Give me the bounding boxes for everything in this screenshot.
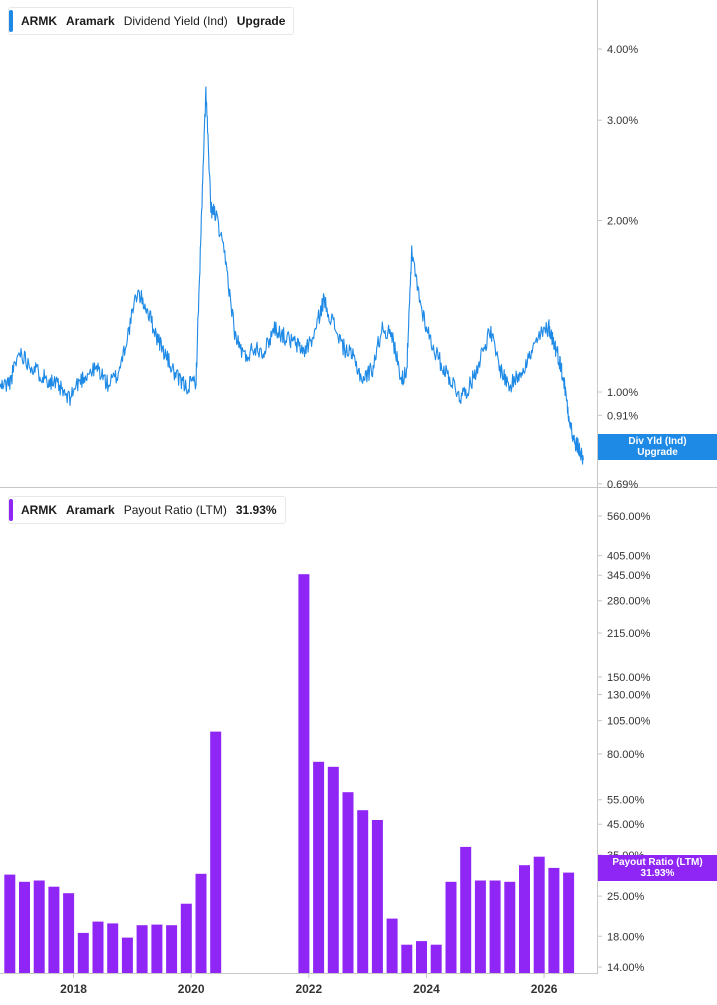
payout-ratio-bars bbox=[4, 574, 575, 973]
payout-bar bbox=[166, 925, 178, 973]
payout-y-tick-label: 130.00% bbox=[607, 690, 651, 702]
yield-legend-value[interactable]: Upgrade bbox=[237, 14, 286, 28]
payout-y-tick-label: 80.00% bbox=[607, 749, 645, 761]
payout-bar bbox=[19, 881, 30, 973]
payout-bar bbox=[460, 846, 472, 973]
payout-bar bbox=[342, 792, 354, 973]
payout-y-tick-label: 18.00% bbox=[607, 931, 645, 943]
payout-last-value-badge: Payout Ratio (LTM) 31.93% bbox=[598, 855, 717, 881]
payout-legend-swatch bbox=[9, 499, 13, 521]
payout-bar bbox=[357, 810, 369, 973]
payout-bar bbox=[92, 921, 104, 973]
payout-y-tick-label: 25.00% bbox=[607, 891, 645, 903]
payout-y-tick-label: 215.00% bbox=[607, 628, 651, 640]
payout-bar bbox=[151, 924, 163, 973]
payout-y-tick-label: 45.00% bbox=[607, 819, 645, 831]
yield-last-value-badge[interactable]: Div Yld (Ind) Upgrade bbox=[598, 434, 717, 460]
yield-badge-label: Div Yld (Ind) bbox=[628, 436, 687, 447]
payout-bar bbox=[195, 873, 207, 973]
payout-bar bbox=[430, 944, 442, 973]
payout-bar bbox=[77, 932, 89, 973]
payout-bar bbox=[533, 856, 545, 973]
payout-y-tick-label: 105.00% bbox=[607, 716, 651, 728]
payout-bar bbox=[298, 574, 310, 973]
payout-bar bbox=[180, 903, 192, 973]
payout-legend: ARMK Aramark Payout Ratio (LTM) 31.93% bbox=[8, 496, 286, 524]
payout-y-axis: 560.00% 405.00% 345.00% 280.00% 215.00% 150.0… bbox=[598, 511, 651, 974]
yield-legend-swatch bbox=[9, 10, 13, 32]
yield-legend: ARMK Aramark Dividend Yield (Ind) Upgrad… bbox=[8, 7, 295, 35]
payout-bar bbox=[327, 766, 339, 973]
payout-bar bbox=[504, 881, 516, 973]
x-tick-label: 2018 bbox=[60, 982, 87, 996]
yield-y-tick-label: 3.00% bbox=[607, 115, 638, 127]
x-tick-label: 2020 bbox=[178, 982, 205, 996]
payout-bar bbox=[121, 937, 133, 973]
yield-legend-metric: Dividend Yield (Ind) bbox=[123, 14, 228, 28]
payout-bar bbox=[519, 865, 530, 973]
payout-bar bbox=[63, 893, 75, 973]
payout-legend-company: Aramark bbox=[66, 503, 115, 517]
payout-bar bbox=[474, 880, 486, 973]
payout-bar bbox=[136, 925, 148, 973]
payout-legend-ticker: ARMK bbox=[21, 503, 57, 517]
payout-badge-label: Payout Ratio (LTM) bbox=[612, 857, 703, 868]
payout-bar bbox=[386, 918, 398, 973]
payout-y-tick-label: 14.00% bbox=[607, 962, 645, 974]
payout-bar bbox=[210, 731, 222, 973]
x-tick-label: 2026 bbox=[531, 982, 558, 996]
payout-bar bbox=[401, 944, 413, 973]
payout-badge-value: 31.93% bbox=[640, 868, 675, 879]
payout-bar bbox=[48, 886, 60, 973]
yield-y-tick-label: 2.00% bbox=[607, 216, 638, 228]
payout-bar bbox=[4, 874, 16, 973]
payout-legend-value: 31.93% bbox=[235, 503, 277, 517]
payout-bar bbox=[445, 881, 457, 973]
payout-bar bbox=[313, 761, 325, 973]
yield-y-tick-label: 1.00% bbox=[607, 387, 638, 399]
yield-y-axis: 4.00% 3.00% 2.00% 1.00% 0.91% 0.69% bbox=[598, 44, 638, 491]
payout-bar bbox=[416, 941, 427, 973]
payout-bar bbox=[548, 867, 560, 973]
yield-y-tick-label: 0.69% bbox=[607, 479, 638, 491]
payout-bar bbox=[33, 880, 45, 973]
payout-bar bbox=[489, 880, 501, 973]
yield-badge-value: Upgrade bbox=[637, 447, 678, 458]
x-tick-label: 2022 bbox=[295, 982, 322, 996]
payout-bar bbox=[107, 923, 119, 973]
x-tick-label: 2024 bbox=[413, 982, 440, 996]
payout-y-tick-label: 55.00% bbox=[607, 795, 645, 807]
dividend-yield-line bbox=[0, 86, 584, 465]
payout-y-tick-label: 405.00% bbox=[607, 551, 651, 563]
payout-bar bbox=[371, 820, 383, 973]
payout-y-tick-label: 150.00% bbox=[607, 672, 651, 684]
payout-y-tick-label: 280.00% bbox=[607, 596, 651, 608]
payout-legend-metric: Payout Ratio (LTM) bbox=[123, 503, 227, 517]
yield-legend-company: Aramark bbox=[66, 14, 115, 28]
yield-legend-ticker: ARMK bbox=[21, 14, 57, 28]
yield-y-tick-label: 4.00% bbox=[607, 44, 638, 56]
x-axis: 2018 2020 2022 2024 2026 bbox=[60, 973, 558, 996]
yield-y-tick-label: 0.91% bbox=[607, 410, 638, 422]
payout-y-tick-label: 560.00% bbox=[607, 511, 651, 523]
payout-bar bbox=[563, 872, 575, 973]
payout-y-tick-label: 345.00% bbox=[607, 570, 651, 582]
